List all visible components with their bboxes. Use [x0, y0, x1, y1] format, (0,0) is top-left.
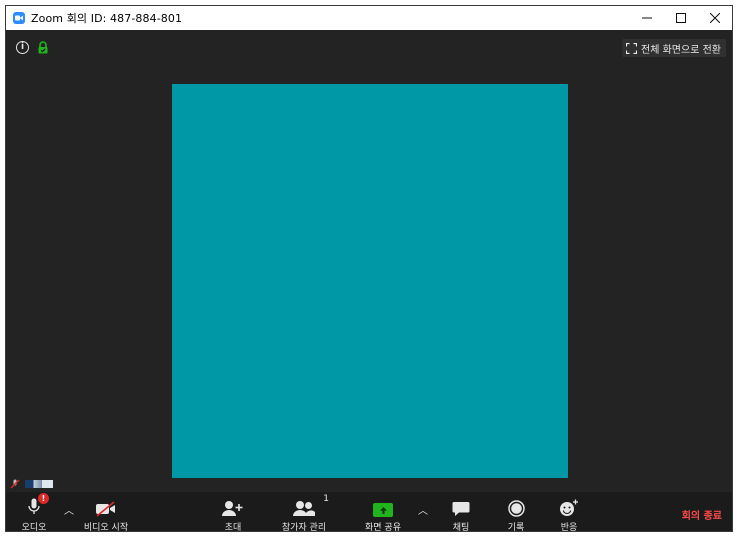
fullscreen-label: 전체 화면으로 전환 [641, 44, 721, 56]
reactions-button[interactable]: 반응 [557, 492, 581, 532]
audio-options-caret-icon[interactable]: ︿ [64, 502, 74, 517]
share-options-caret-icon[interactable]: ︿ [418, 502, 428, 517]
start-video-button[interactable]: 비디오 시작 [81, 492, 131, 532]
record-icon [507, 500, 525, 517]
minimize-button[interactable] [630, 6, 664, 30]
lock-icon[interactable] [37, 41, 49, 54]
add-person-icon [222, 501, 243, 516]
meeting-toolbar: ! 오디오 ︿ 비디오 시작 초대 1 참가자 관리 화면 공유 ︿ 채팅 기록… [6, 492, 732, 532]
reaction-emoji-icon [560, 499, 578, 516]
participant-video-tile[interactable] [172, 84, 568, 478]
share-screen-button[interactable]: 화면 공유 [361, 492, 405, 532]
minimize-icon [642, 17, 652, 19]
invite-label: 초대 [224, 523, 242, 532]
video-off-icon [96, 501, 115, 517]
zoom-window: Zoom 회의 ID: 487-884-801 i 전체 화면으로 전환 ! 오… [5, 5, 733, 532]
share-screen-icon [373, 503, 393, 517]
window-controls [630, 6, 732, 30]
info-icon[interactable]: i [16, 41, 29, 54]
window-title: Zoom 회의 ID: 487-884-801 [31, 12, 183, 25]
maximize-icon [676, 13, 686, 23]
zoom-logo-icon [13, 12, 25, 24]
title-bar: Zoom 회의 ID: 487-884-801 [6, 6, 732, 30]
chat-label: 채팅 [452, 523, 470, 532]
meeting-area: i 전체 화면으로 전환 [6, 30, 732, 492]
audio-button[interactable]: ! 오디오 [19, 492, 49, 532]
share-screen-label: 화면 공유 [365, 523, 401, 532]
reactions-label: 반응 [560, 523, 578, 532]
meeting-info-icons: i [16, 41, 49, 54]
close-button[interactable] [698, 6, 732, 30]
self-video-indicator [10, 479, 53, 489]
invite-button[interactable]: 초대 [220, 492, 246, 532]
participants-button[interactable]: 1 참가자 관리 [279, 492, 329, 532]
maximize-button[interactable] [664, 6, 698, 30]
participant-count: 1 [323, 494, 329, 504]
self-name-thumbnail [25, 480, 53, 488]
muted-mic-icon [10, 479, 20, 489]
record-button[interactable]: 기록 [505, 492, 527, 532]
audio-label: 오디오 [21, 523, 47, 532]
chat-button[interactable]: 채팅 [449, 492, 473, 532]
end-meeting-button[interactable]: 회의 종료 [682, 507, 722, 522]
chat-icon [452, 502, 470, 516]
start-video-label: 비디오 시작 [83, 523, 129, 532]
participants-icon [293, 501, 315, 516]
fullscreen-icon [626, 42, 638, 54]
record-label: 기록 [507, 523, 525, 532]
fullscreen-button[interactable]: 전체 화면으로 전환 [622, 39, 726, 57]
audio-alert-badge: ! [38, 493, 49, 504]
participants-label: 참가자 관리 [281, 523, 327, 532]
close-icon [710, 13, 720, 23]
